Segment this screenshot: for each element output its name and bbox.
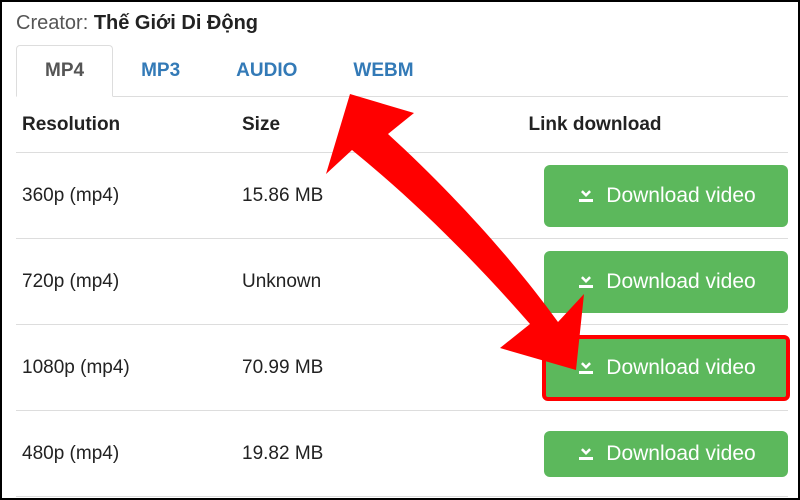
table-row: 1080p (mp4) 70.99 MB Download video xyxy=(16,325,788,411)
tab-mp4[interactable]: MP4 xyxy=(16,45,113,97)
table-row: 360p (mp4) 15.86 MB Download video xyxy=(16,153,788,239)
creator-name: Thế Giới Di Động xyxy=(94,12,258,34)
download-icon xyxy=(576,441,596,467)
cell-resolution: 360p (mp4) xyxy=(16,153,236,239)
download-button-label: Download video xyxy=(606,184,755,208)
cell-resolution: 480p (mp4) xyxy=(16,411,236,497)
table-row: 480p (mp4) 19.82 MB Download video xyxy=(16,411,788,497)
download-button[interactable]: Download video xyxy=(544,431,788,477)
cell-size: 70.99 MB xyxy=(236,325,456,411)
tab-webm[interactable]: WEBM xyxy=(325,46,441,96)
download-icon xyxy=(576,269,596,295)
col-link: Link download xyxy=(456,96,788,153)
download-button-label: Download video xyxy=(606,442,755,466)
tab-audio[interactable]: AUDIO xyxy=(208,46,325,96)
download-button[interactable]: Download video xyxy=(544,251,788,313)
format-tabs: MP4 MP3 AUDIO WEBM xyxy=(16,45,788,97)
download-button-label: Download video xyxy=(606,270,755,294)
cell-size: Unknown xyxy=(236,239,456,325)
download-button-highlighted[interactable]: Download video xyxy=(544,337,788,399)
table-row: 720p (mp4) Unknown Download video xyxy=(16,239,788,325)
col-resolution: Resolution xyxy=(16,96,236,153)
cell-size: 15.86 MB xyxy=(236,153,456,239)
download-button-label: Download video xyxy=(606,356,755,380)
col-size: Size xyxy=(236,96,456,153)
creator-label: Creator: xyxy=(16,12,94,34)
download-icon xyxy=(576,355,596,381)
cell-resolution: 720p (mp4) xyxy=(16,239,236,325)
download-icon xyxy=(576,183,596,209)
download-table: Resolution Size Link download 360p (mp4)… xyxy=(16,96,788,497)
creator-line: Creator: Thế Giới Di Động xyxy=(16,6,788,45)
download-button[interactable]: Download video xyxy=(544,165,788,227)
tab-mp3[interactable]: MP3 xyxy=(113,46,208,96)
cell-resolution: 1080p (mp4) xyxy=(16,325,236,411)
cell-size: 19.82 MB xyxy=(236,411,456,497)
